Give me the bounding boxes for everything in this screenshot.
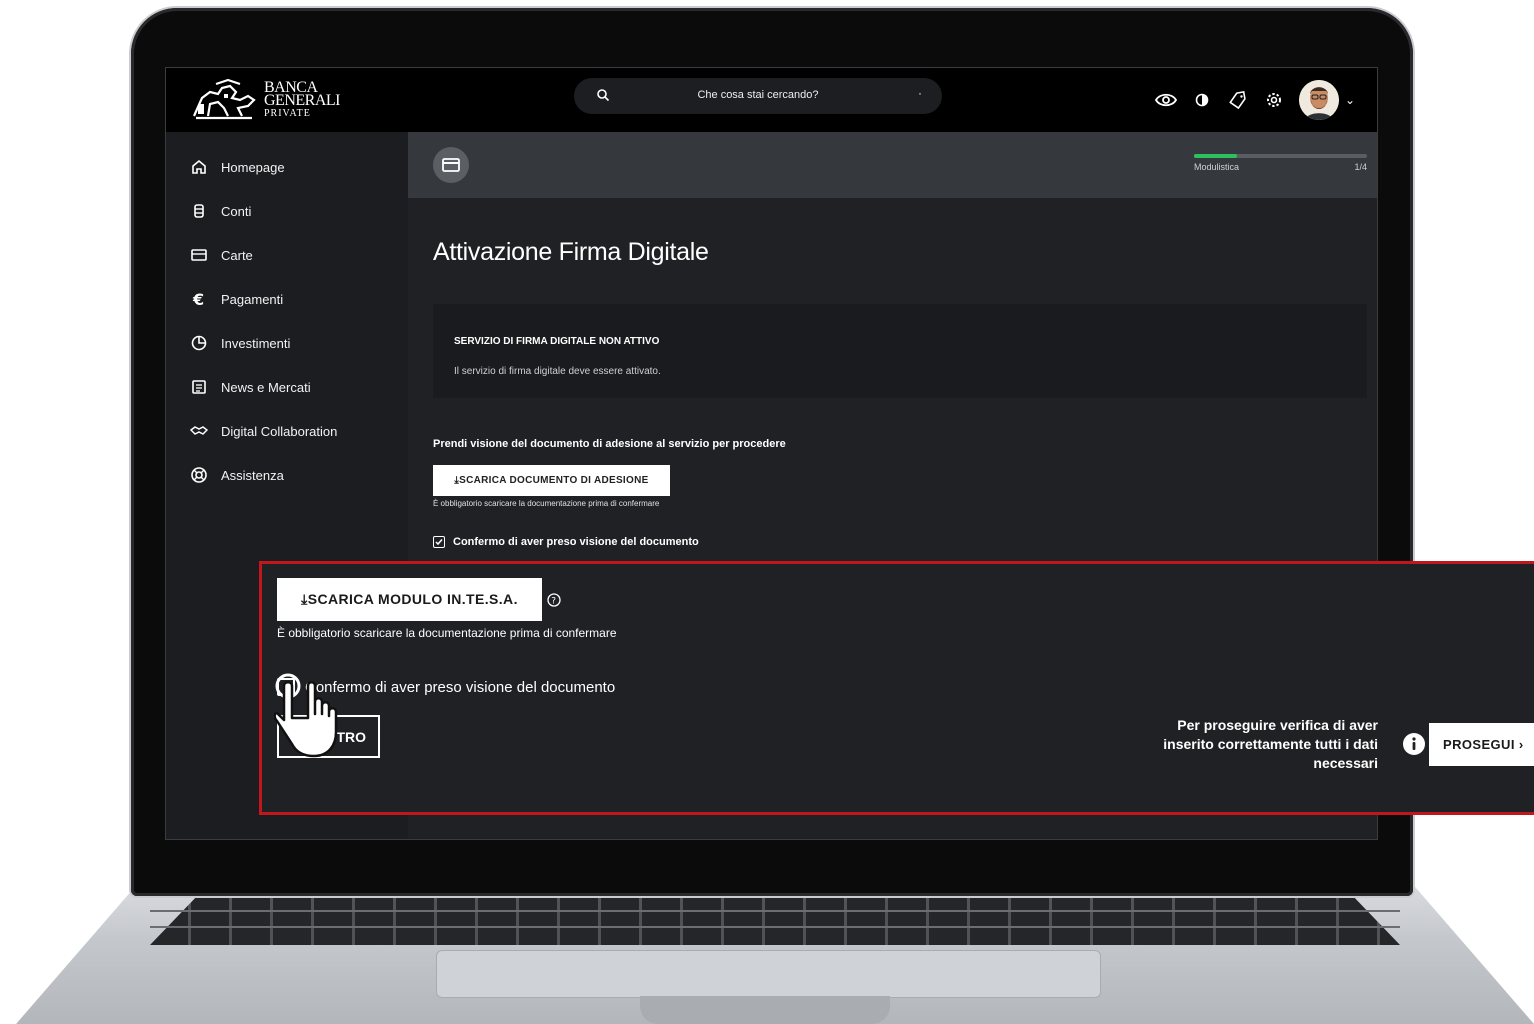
search-bar[interactable]: Che cosa stai cercando? · xyxy=(574,78,942,114)
zoom-callout: ⤓SCARICA MODULO IN.TE.S.A. ? È obbligato… xyxy=(259,561,1534,815)
brand-wordmark: BANCA GENERALI PRIVATE xyxy=(264,79,340,120)
sidebar-item-digital-collaboration[interactable]: Digital Collaboration xyxy=(166,416,408,446)
card-button[interactable] xyxy=(433,147,469,183)
handshake-icon xyxy=(190,426,208,435)
download-hint: È obbligatorio scaricare la documentazio… xyxy=(433,499,660,508)
newspaper-icon xyxy=(192,380,206,394)
home-icon xyxy=(192,159,206,174)
confirm-adesione-checkbox-row[interactable]: Confermo di aver preso visione del docum… xyxy=(433,536,699,548)
sidebar-item-label: Investimenti xyxy=(221,335,291,351)
keyboard-row xyxy=(150,926,1400,928)
confirm-label: Confermo di aver preso visione del docum… xyxy=(453,536,699,548)
info-icon[interactable] xyxy=(1402,732,1426,756)
chevron-down-icon[interactable]: ⌄ xyxy=(1345,93,1355,107)
brand-line-2: GENERALI xyxy=(264,91,340,109)
card-icon xyxy=(442,158,460,172)
svg-text:€: € xyxy=(192,290,204,308)
lifebuoy-icon xyxy=(191,467,207,483)
sidebar-item-label: News e Mercati xyxy=(221,379,311,395)
sidebar-item-label: Homepage xyxy=(221,159,285,175)
notice-text: Il servizio di firma digitale deve esser… xyxy=(454,366,661,377)
card-icon xyxy=(191,249,207,261)
page-title: Attivazione Firma Digitale xyxy=(433,238,709,266)
tag-icon[interactable] xyxy=(1227,89,1249,111)
progress-indicator: Modulistica 1/4 xyxy=(1194,154,1367,172)
progress-track xyxy=(1194,154,1367,158)
confirm-label: Confermo di aver preso visione del docum… xyxy=(305,678,616,696)
progress-labels: Modulistica 1/4 xyxy=(1194,162,1367,172)
pie-chart-icon xyxy=(191,335,207,351)
sidebar-item-label: Pagamenti xyxy=(221,291,284,307)
sidebar-item-news-mercati[interactable]: News e Mercati xyxy=(166,372,408,402)
top-bar: BANCA GENERALI PRIVATE Che cosa stai cer… xyxy=(166,68,1377,132)
sidebar-item-carte[interactable]: Carte xyxy=(166,240,408,270)
sidebar-item-homepage[interactable]: Homepage xyxy=(166,152,408,182)
sidebar-item-assistenza[interactable]: Assistenza xyxy=(166,460,408,490)
sidebar-item-label: Carte xyxy=(221,247,253,263)
lion-logo-icon xyxy=(192,78,256,120)
sidebar-item-label: Assistenza xyxy=(221,467,284,483)
help-icon[interactable]: ? xyxy=(546,592,562,608)
instruction-text: Prendi visione del documento di adesione… xyxy=(433,438,786,450)
progress-fill xyxy=(1194,154,1238,158)
next-button[interactable]: PROSEGUI › xyxy=(1429,723,1534,766)
download-intesa-button[interactable]: ⤓SCARICA MODULO IN.TE.S.A. xyxy=(277,578,542,621)
eye-icon[interactable] xyxy=(1154,89,1177,111)
verify-message: Per proseguire verifica di aver inserito… xyxy=(1078,716,1378,773)
keyboard-row xyxy=(150,910,1400,912)
notice-title: SERVIZIO DI FIRMA DIGITALE NON ATTIVO xyxy=(454,336,660,347)
checkbox-checked-icon[interactable] xyxy=(433,536,445,548)
svg-text:?: ? xyxy=(551,597,556,607)
laptop-notch xyxy=(640,996,890,1024)
verify-line-3: necessari xyxy=(1313,755,1378,771)
download-hint: È obbligatorio scaricare la documentazio… xyxy=(277,626,617,640)
sidebar-item-investimenti[interactable]: Investimenti xyxy=(166,328,408,358)
verify-line-1: Per proseguire verifica di aver xyxy=(1177,717,1378,733)
status-notice: SERVIZIO DI FIRMA DIGITALE NON ATTIVO Il… xyxy=(433,304,1367,398)
sub-header: Modulistica 1/4 xyxy=(408,132,1377,198)
sidebar-item-label: Conti xyxy=(221,203,252,219)
verify-line-2: inserito correttamente tutti i dati xyxy=(1163,736,1378,752)
laptop-keyboard xyxy=(150,893,1400,945)
user-photo-icon xyxy=(1298,80,1339,120)
sidebar-item-conti[interactable]: Conti xyxy=(166,196,408,226)
avatar[interactable] xyxy=(1298,80,1339,120)
gear-icon[interactable] xyxy=(1263,89,1285,111)
progress-step: 1/4 xyxy=(1354,162,1367,172)
sidebar-item-pagamenti[interactable]: € Pagamenti xyxy=(166,284,408,314)
toolbar-icons: ⌄ xyxy=(1154,76,1355,124)
progress-label: Modulistica xyxy=(1194,162,1240,172)
back-button-label: TRO xyxy=(336,728,366,745)
download-adesione-button[interactable]: ⤓SCARICA DOCUMENTO DI ADESIONE xyxy=(433,465,670,496)
brand-logo[interactable]: BANCA GENERALI PRIVATE xyxy=(188,76,348,124)
contrast-icon[interactable] xyxy=(1191,89,1213,111)
laptop-trackpad xyxy=(436,950,1101,998)
sidebar-item-label: Digital Collaboration xyxy=(221,423,338,439)
euro-icon: € xyxy=(192,290,204,308)
search-dropdown-icon[interactable]: · xyxy=(918,86,922,100)
search-input[interactable]: Che cosa stai cercando? xyxy=(574,89,942,101)
database-icon xyxy=(194,204,204,218)
pointer-hand-icon xyxy=(274,673,338,758)
